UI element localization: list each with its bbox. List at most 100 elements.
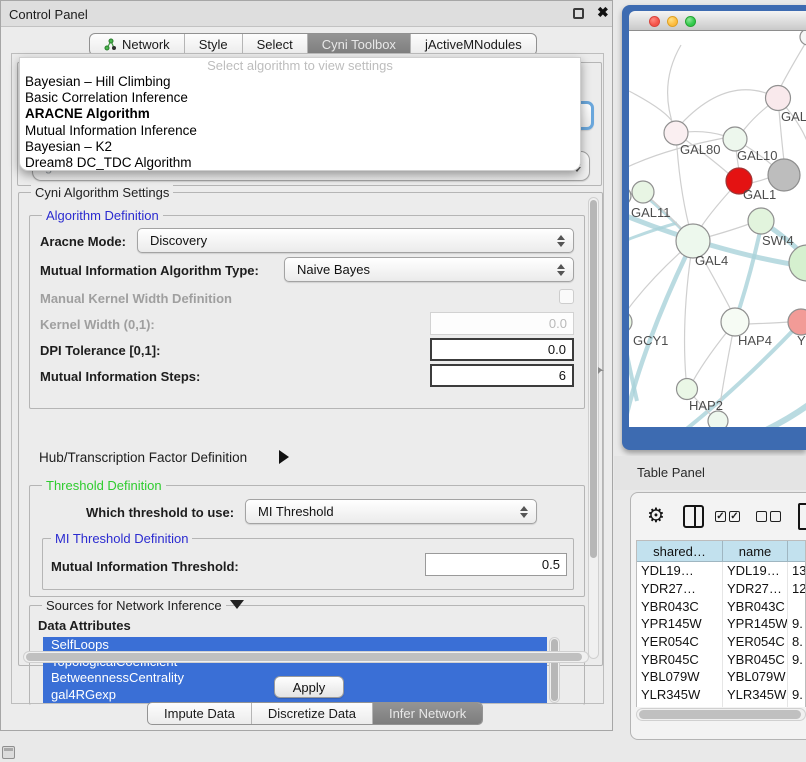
manual-kernel-checkbox[interactable] xyxy=(559,289,574,304)
mi-type-label: Mutual Information Algorithm Type: xyxy=(40,263,259,278)
split-columns-icon[interactable] xyxy=(683,505,704,528)
table-horizontal-scrollbar[interactable] xyxy=(636,708,806,721)
table-cell: YER054C xyxy=(723,633,788,651)
minimized-panel-icon[interactable] xyxy=(2,746,15,759)
tab-network[interactable]: Network xyxy=(90,34,185,55)
node-label: GAL xyxy=(781,109,806,124)
combo-arrows-icon xyxy=(557,235,565,247)
hub-expand-icon[interactable] xyxy=(279,450,289,464)
control-panel: Control Panel ✖ Network Style Select Cyn… xyxy=(0,0,613,731)
new-document-icon[interactable] xyxy=(798,503,806,530)
algorithm-list: Bayesian – Hill ClimbingBasic Correlatio… xyxy=(20,74,580,171)
threshold-definition-group: Threshold Definition Which threshold to … xyxy=(29,485,585,597)
tab-jactivemnodules[interactable]: jActiveMNodules xyxy=(411,34,536,55)
which-threshold-label: Which threshold to use: xyxy=(86,505,234,520)
table-row[interactable]: YER054CYER054C8. xyxy=(637,633,805,651)
deselect-all-icon[interactable] xyxy=(770,511,781,522)
node-table[interactable]: shared…nameA YDL19…YDL19…13YDR27…YDR27…1… xyxy=(636,540,806,707)
network-edge xyxy=(764,403,806,427)
tab-impute-data[interactable]: Impute Data xyxy=(148,703,252,724)
table-cell: YDL19… xyxy=(723,562,788,580)
kernel-width-field[interactable]: 0.0 xyxy=(430,312,574,335)
network-node[interactable] xyxy=(708,411,728,427)
table-cell xyxy=(788,668,806,686)
network-edge xyxy=(751,177,770,183)
settings-gear-icon[interactable]: ⚙ xyxy=(647,503,665,528)
table-cell: 12 xyxy=(788,580,806,598)
table-cell: YLR345W xyxy=(637,686,723,704)
close-window-icon[interactable] xyxy=(649,16,660,27)
network-canvas[interactable]: GALGAL80GAL10GAL1GAL11SWI4GAL4GCY1HAP4YH… xyxy=(629,31,806,427)
table-column-header[interactable]: A xyxy=(788,541,806,561)
deselect-all-icon[interactable] xyxy=(756,511,767,522)
table-row[interactable]: YBR045CYBR045C9. xyxy=(637,650,805,668)
table-row[interactable]: YPR145WYPR145W9. xyxy=(637,615,805,633)
minimize-window-icon[interactable] xyxy=(667,16,678,27)
table-cell: YPR145W xyxy=(723,615,788,633)
table-row[interactable]: YDR27…YDR27…12 xyxy=(637,580,805,598)
tab-select[interactable]: Select xyxy=(243,34,308,55)
zoom-window-icon[interactable] xyxy=(685,16,696,27)
network-node[interactable] xyxy=(629,187,631,205)
attributes-scrollbar[interactable] xyxy=(549,637,560,703)
select-all-icon[interactable]: ✓ xyxy=(729,511,740,522)
algorithm-prompt: Select algorithm to view settings xyxy=(20,58,580,74)
table-row[interactable]: YDL19…YDL19…13 xyxy=(637,562,805,580)
table-row[interactable]: YIL052CYIL052C9. xyxy=(637,704,805,708)
algorithm-option[interactable]: ARACNE Algorithm xyxy=(20,106,580,122)
hub-definition-label[interactable]: Hub/Transcription Factor Definition xyxy=(39,450,247,465)
network-node[interactable] xyxy=(766,86,791,111)
mi-algorithm-type-combobox[interactable]: Naive Bayes xyxy=(284,257,574,282)
float-panel-icon[interactable] xyxy=(573,8,584,19)
network-node[interactable] xyxy=(748,208,774,234)
table-panel-title: Table Panel xyxy=(637,465,705,480)
settings-horizontal-scrollbar[interactable] xyxy=(23,651,589,663)
aracne-mode-combobox[interactable]: Discovery xyxy=(137,228,574,253)
mi-threshold-label: Mutual Information Threshold: xyxy=(51,559,239,574)
algorithm-option[interactable]: Basic Correlation Inference xyxy=(20,90,580,106)
select-all-icon[interactable]: ✓ xyxy=(715,511,726,522)
algorithm-definition-group: Algorithm Definition Aracne Mode: Discov… xyxy=(29,215,585,409)
algorithm-option[interactable]: Mutual Information Inference xyxy=(20,123,580,139)
network-node[interactable] xyxy=(629,311,632,333)
mi-steps-field[interactable]: 6 xyxy=(430,364,574,387)
application-root: Control Panel ✖ Network Style Select Cyn… xyxy=(0,0,806,762)
close-panel-icon[interactable]: ✖ xyxy=(597,4,609,21)
network-node[interactable] xyxy=(632,181,654,203)
table-cell: YDL19… xyxy=(637,562,723,580)
settings-vertical-scrollbar[interactable] xyxy=(588,197,599,659)
algorithm-option[interactable]: Dream8 DC_TDC Algorithm xyxy=(20,155,580,171)
table-cell: YBR045C xyxy=(637,650,723,668)
node-label: SWI4 xyxy=(762,233,794,248)
node-label: HAP4 xyxy=(738,333,772,348)
table-cell: YBR043C xyxy=(723,597,788,615)
table-column-header[interactable]: shared… xyxy=(637,541,723,561)
tab-discretize-data[interactable]: Discretize Data xyxy=(252,703,373,724)
tab-infer-network[interactable]: Infer Network xyxy=(373,703,482,724)
tab-style[interactable]: Style xyxy=(185,34,243,55)
mi-threshold-field[interactable]: 0.5 xyxy=(425,553,567,576)
dpi-tolerance-field[interactable]: 0.0 xyxy=(430,338,574,361)
tab-cyni-toolbox[interactable]: Cyni Toolbox xyxy=(308,34,411,55)
network-node[interactable] xyxy=(677,379,698,400)
sources-collapse-icon[interactable] xyxy=(230,600,244,609)
which-threshold-combobox[interactable]: MI Threshold xyxy=(245,499,537,524)
network-node[interactable] xyxy=(721,308,749,336)
table-cell: YIL052C xyxy=(637,704,723,708)
network-window[interactable]: GALGAL80GAL10GAL1GAL11SWI4GAL4GCY1HAP4YH… xyxy=(622,5,806,450)
table-column-header[interactable]: name xyxy=(723,541,788,561)
mouse-cursor xyxy=(597,366,606,375)
table-cell: YIL052C xyxy=(723,704,788,708)
algorithm-option[interactable]: Bayesian – Hill Climbing xyxy=(20,74,580,90)
node-label: GCY1 xyxy=(633,333,668,348)
network-node[interactable] xyxy=(789,245,806,281)
table-row[interactable]: YBR043CYBR043C xyxy=(637,597,805,615)
table-row[interactable]: YLR345WYLR345W9. xyxy=(637,686,805,704)
algorithm-option[interactable]: Bayesian – K2 xyxy=(20,139,580,155)
data-attributes-label: Data Attributes xyxy=(38,618,131,633)
table-cell: 9. xyxy=(788,686,806,704)
apply-button[interactable]: Apply xyxy=(274,676,344,698)
algorithm-dropdown-popup: Select algorithm to view settings Bayesi… xyxy=(19,57,581,171)
table-row[interactable]: YBL079WYBL079W xyxy=(637,668,805,686)
network-node[interactable] xyxy=(800,31,806,45)
